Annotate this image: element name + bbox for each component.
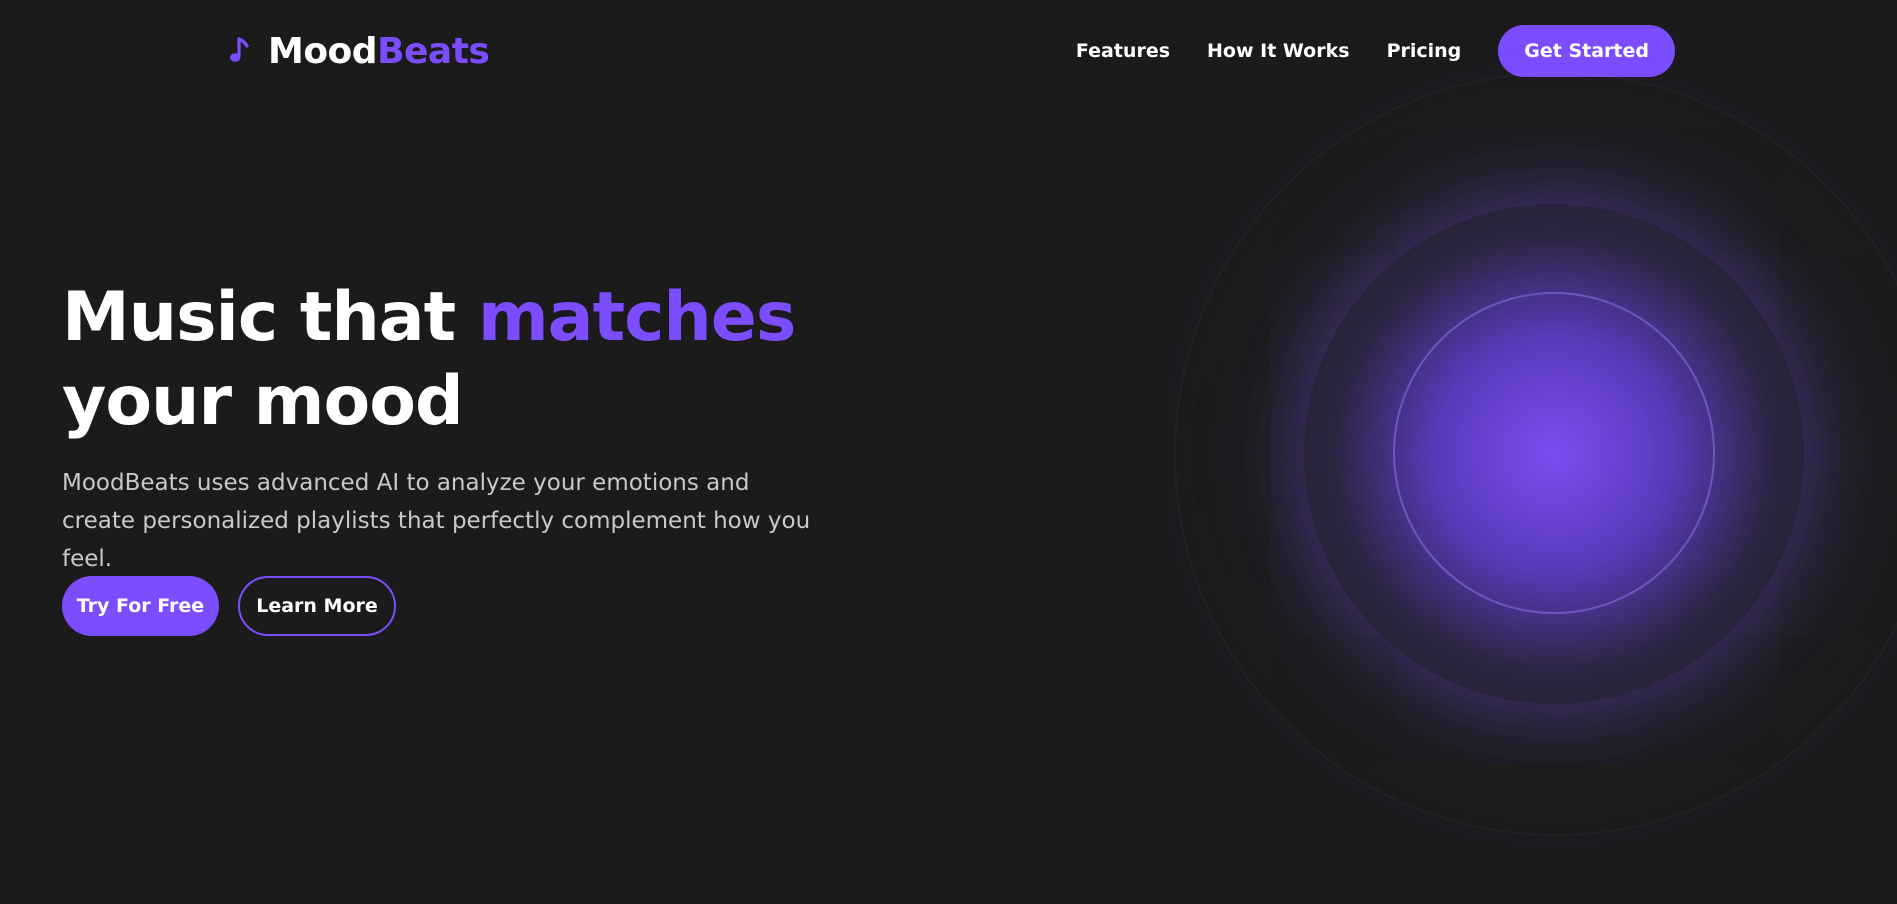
- hero-title-suffix: your mood: [62, 362, 464, 441]
- inner-ring-graphic: [1393, 292, 1715, 614]
- nav-link-pricing[interactable]: Pricing: [1387, 40, 1462, 62]
- hero-title-prefix: Music that: [62, 278, 478, 357]
- nav-link-features[interactable]: Features: [1076, 40, 1170, 62]
- brand-name: MoodBeats: [268, 31, 490, 72]
- music-note-icon: [230, 37, 249, 62]
- main-nav: Features How It Works Pricing Get Starte…: [1076, 25, 1675, 77]
- hero-title: Music that matches your mood: [62, 276, 797, 444]
- hero-description: MoodBeats uses advanced AI to analyze yo…: [62, 470, 811, 572]
- try-for-free-button[interactable]: Try For Free: [62, 576, 219, 636]
- brand-name-mood: Mood: [268, 31, 378, 72]
- brand-logo[interactable]: MoodBeats: [228, 30, 490, 74]
- nav-link-how-it-works[interactable]: How It Works: [1207, 40, 1350, 62]
- hero-title-accent: matches: [477, 278, 797, 357]
- learn-more-button[interactable]: Learn More: [238, 576, 396, 636]
- brand-name-beats: Beats: [377, 31, 490, 72]
- get-started-button[interactable]: Get Started: [1498, 25, 1675, 77]
